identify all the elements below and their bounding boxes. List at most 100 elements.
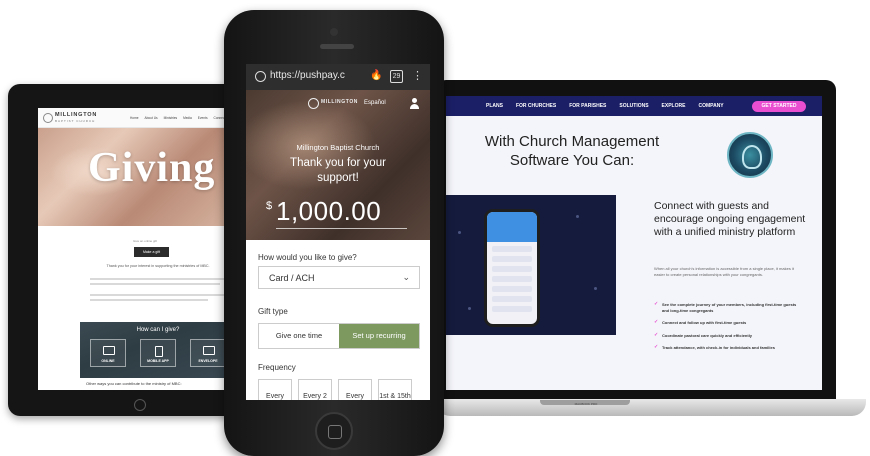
laptop-base-label: MACBOOK PRO (574, 402, 598, 406)
feature-list-item: Connect and follow up with first-time gu… (654, 320, 804, 326)
nav-item-for-churches[interactable]: FOR CHURCHES (516, 103, 556, 109)
payment-method-value: Card / ACH (269, 273, 315, 283)
nav-item-for-parishes[interactable]: FOR PARISHES (569, 103, 606, 109)
tablet-site-header: MILLINGTON BAPTIST CHURCH Home About Us … (38, 108, 240, 128)
payment-method-select[interactable]: Card / ACH ⌄ (258, 266, 420, 289)
decorative-dot (594, 287, 597, 290)
tablet-device: MILLINGTON BAPTIST CHURCH Home About Us … (8, 84, 246, 416)
church-badge-icon (727, 132, 773, 178)
decorative-dot (468, 307, 471, 310)
card-label: ENVELOPE (198, 359, 218, 363)
phone-speaker (320, 44, 354, 49)
currency-symbol: $ (266, 200, 273, 212)
tablet-nav-item[interactable]: Ministries (164, 116, 177, 120)
feature-list-item: Track attendance, with check-in for indi… (654, 345, 804, 351)
nav-item-solutions[interactable]: SOLUTIONS (619, 103, 648, 109)
frequency-option[interactable]: Every (338, 379, 372, 400)
app-preview-row (492, 246, 532, 252)
tablet-logo-subtitle: BAPTIST CHURCH (55, 119, 96, 123)
app-preview-panel (446, 195, 616, 335)
app-preview-phone (484, 209, 540, 327)
set-up-recurring-button[interactable]: Set up recurring (339, 324, 419, 348)
laptop-feature-heading: Connect with guests and encourage ongoin… (654, 200, 806, 238)
site-info-icon[interactable] (255, 71, 266, 82)
card-label: MOBILE APP (147, 359, 169, 363)
tablet-thanks-text: Thank you for your interest in supportin… (106, 264, 210, 268)
give-envelope-card[interactable]: ENVELOPE (190, 339, 226, 367)
feature-list-item: Coordinate pastoral care quickly and eff… (654, 333, 804, 339)
app-preview-row (492, 306, 532, 312)
card-label: ONLINE (101, 359, 115, 363)
give-one-time-button[interactable]: Give one time (259, 324, 339, 348)
thank-you-message: Thank you for your support! (290, 157, 386, 184)
app-preview-row (492, 276, 532, 282)
text-placeholder-line (90, 283, 220, 285)
app-preview-row (492, 296, 532, 302)
payment-method-label: How would you like to give? (258, 253, 357, 262)
giving-hero: MILLINGTON Español Millington Baptist Ch… (246, 90, 430, 240)
envelope-icon (203, 346, 215, 355)
text-placeholder-line (90, 294, 226, 296)
laptop-base (436, 399, 866, 416)
how-can-i-give-panel: How can I give? ONLINE MOBILE APP ENVELO… (80, 322, 236, 378)
tab-count-icon[interactable]: 29 (390, 70, 403, 83)
app-preview-row (492, 266, 532, 272)
laptop-icon (103, 346, 115, 355)
language-toggle[interactable]: Español (364, 100, 386, 106)
tablet-nav-item[interactable]: Events (198, 116, 208, 120)
phone-logo-text: MILLINGTON (321, 99, 359, 105)
give-mobile-app-card[interactable]: MOBILE APP (140, 339, 176, 367)
nav-item-plans[interactable]: PLANS (486, 103, 503, 109)
frequency-label: Frequency (258, 363, 296, 372)
make-a-gift-button[interactable]: Make a gift (134, 247, 169, 257)
frequency-option[interactable]: Every (258, 379, 292, 400)
feature-list: See the complete journey of your members… (654, 302, 804, 358)
laptop-nav-items: PLANS FOR CHURCHES FOR PARISHES SOLUTION… (486, 103, 724, 109)
tablet-nav: Home About Us Ministries Media Events Co… (130, 116, 238, 120)
tablet-small-text: Give an online gift (133, 239, 158, 243)
browser-url-bar: https://pushpay.c 🔥 29 ⋮ (246, 64, 430, 90)
tablet-nav-item[interactable]: Home (130, 116, 139, 120)
laptop-navbar: PLANS FOR CHURCHES FOR PARISHES SOLUTION… (446, 96, 822, 116)
decorative-dot (458, 231, 461, 234)
app-preview-row (492, 256, 532, 262)
frequency-option[interactable]: 1st & 15th (378, 379, 412, 400)
laptop-page-title: With Church Management Software You Can: (484, 133, 660, 169)
feature-list-item: See the complete journey of your members… (654, 302, 804, 313)
more-menu-icon[interactable]: ⋮ (412, 69, 423, 83)
text-placeholder-line (90, 299, 208, 301)
tablet-nav-item[interactable]: Media (183, 116, 192, 120)
tablet-screen: MILLINGTON BAPTIST CHURCH Home About Us … (38, 108, 240, 390)
gift-type-toggle: Give one time Set up recurring (258, 323, 420, 349)
church-name: Millington Baptist Church (296, 143, 380, 152)
app-preview-header (487, 212, 537, 242)
tablet-footer-text: Other ways you can contribute to the min… (86, 381, 182, 386)
get-started-button[interactable]: GET STARTED (752, 101, 806, 112)
gift-type-label: Gift type (258, 307, 288, 316)
church-logo-icon (308, 98, 319, 109)
church-logo-icon (43, 113, 53, 123)
phone-screen: https://pushpay.c 🔥 29 ⋮ MILLINGTON Espa… (246, 64, 430, 400)
home-button-icon[interactable] (134, 399, 146, 411)
give-online-card[interactable]: ONLINE (90, 339, 126, 367)
gift-amount[interactable]: 1,000.00 (276, 196, 381, 227)
app-preview-row (492, 286, 532, 292)
url-text[interactable]: https://pushpay.c (270, 70, 366, 84)
laptop-feature-paragraph: When all your church's information is ac… (654, 266, 794, 277)
phone-home-button[interactable] (315, 412, 353, 450)
text-placeholder-line (90, 278, 226, 280)
nav-item-explore[interactable]: EXPLORE (662, 103, 686, 109)
frequency-options: Every Every 2 Every 1st & 15th (258, 379, 430, 400)
nav-item-company[interactable]: COMPANY (698, 103, 723, 109)
tablet-nav-item[interactable]: About Us (145, 116, 158, 120)
fire-icon[interactable]: 🔥 (370, 70, 382, 81)
tablet-logo-text: MILLINGTON (55, 112, 98, 118)
chevron-down-icon: ⌄ (402, 272, 410, 282)
user-icon[interactable] (409, 98, 420, 109)
laptop-screen: PLANS FOR CHURCHES FOR PARISHES SOLUTION… (446, 96, 822, 390)
panel-title: How can I give? (136, 327, 180, 333)
amount-underline (276, 228, 407, 229)
front-camera-icon (330, 28, 338, 36)
tablet-hero-title: Giving (88, 145, 216, 191)
frequency-option[interactable]: Every 2 (298, 379, 332, 400)
